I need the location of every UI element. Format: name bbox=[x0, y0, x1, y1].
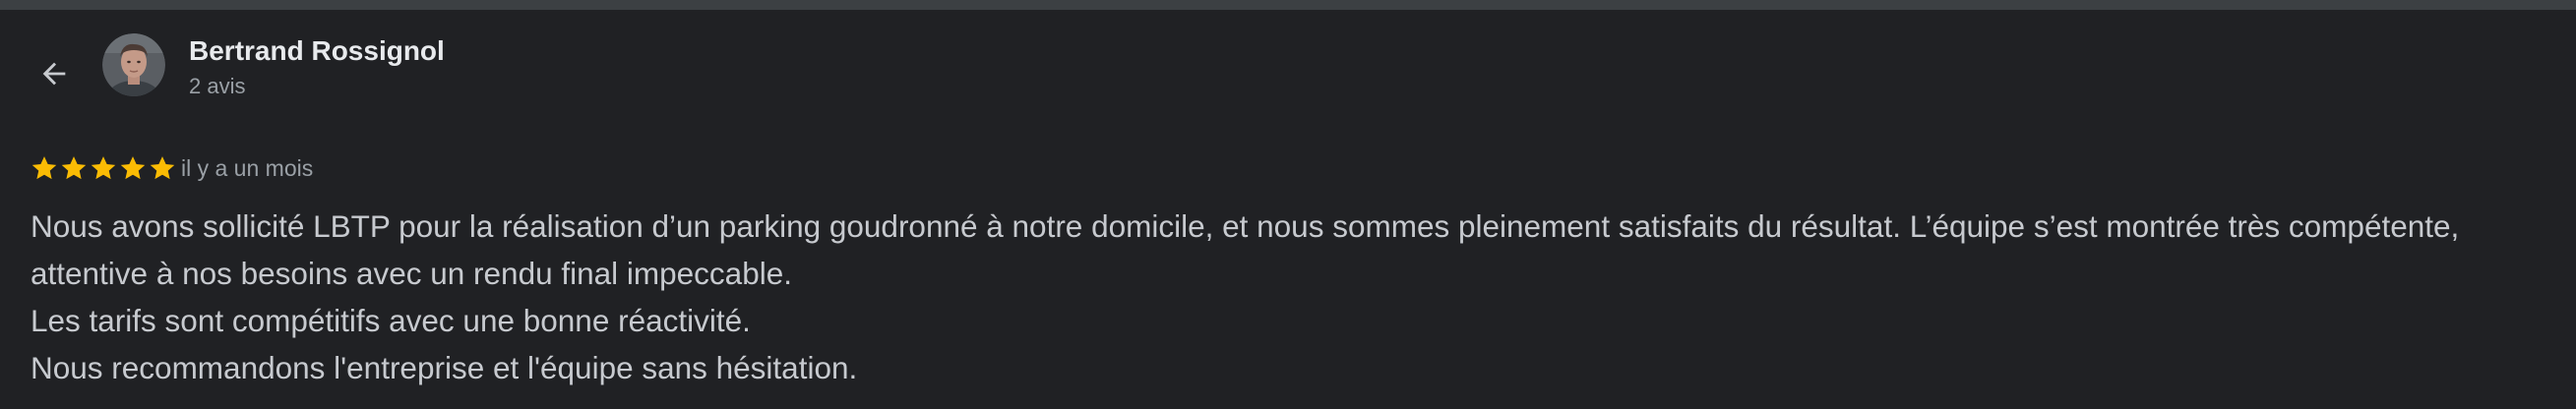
arrow-left-icon bbox=[42, 62, 66, 86]
review-paragraph: Nous avons sollicité LBTP pour la réalis… bbox=[31, 208, 2460, 291]
star-icon bbox=[150, 156, 175, 180]
author-review-count: 2 avis bbox=[189, 74, 246, 98]
star-rating bbox=[30, 153, 177, 183]
review-paragraph: Les tarifs sont compétitifs avec une bon… bbox=[31, 303, 751, 338]
review-time: il y a un mois bbox=[181, 155, 314, 181]
review-paragraph: Nous recommandons l'entreprise et l'équi… bbox=[31, 350, 858, 385]
star-icon bbox=[61, 156, 87, 180]
back-button[interactable] bbox=[31, 51, 77, 96]
author-photo bbox=[102, 33, 165, 96]
review-card: Bertrand Rossignol 2 avis il y a un mois… bbox=[0, 10, 2576, 409]
author-name[interactable]: Bertrand Rossignol bbox=[189, 33, 445, 69]
review-text: Nous avons sollicité LBTP pour la réalis… bbox=[31, 203, 2559, 391]
avatar[interactable] bbox=[102, 33, 165, 96]
star-icon bbox=[31, 156, 57, 180]
star-icon bbox=[120, 156, 146, 180]
star-icon bbox=[91, 156, 116, 180]
top-strip bbox=[0, 0, 2576, 10]
